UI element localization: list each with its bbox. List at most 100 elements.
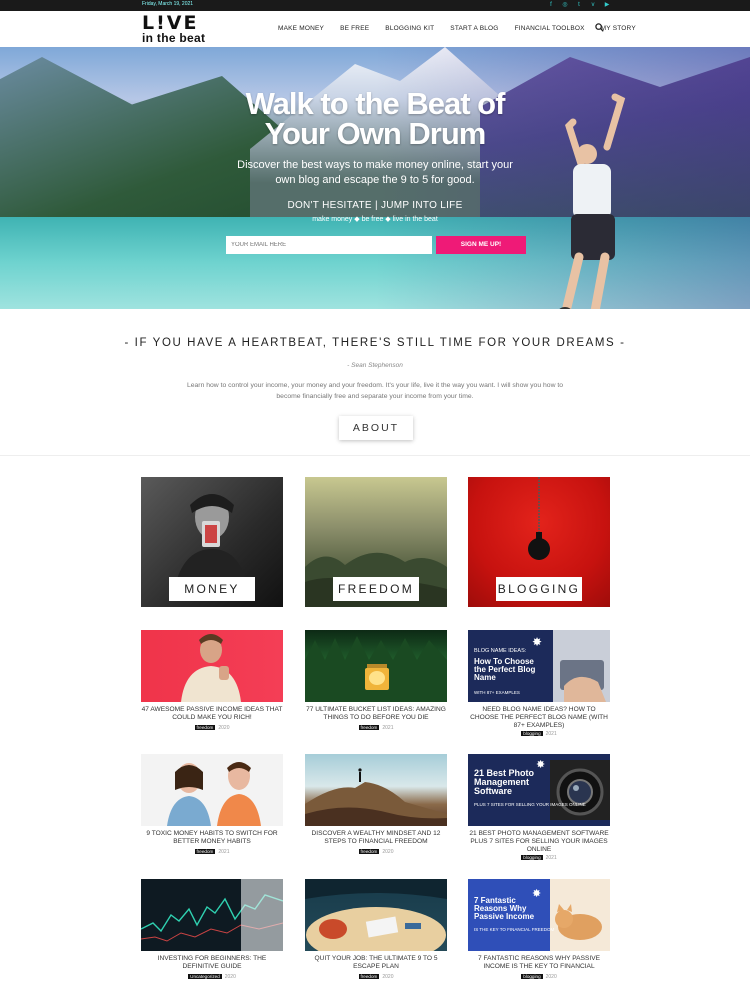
post-tag[interactable]: blogging — [521, 855, 543, 860]
post-tag[interactable]: freedom — [358, 849, 380, 854]
post-title[interactable]: 77 ULTIMATE BUCKET LIST IDEAS: AMAZING T… — [305, 706, 447, 722]
post-year: 2020 — [382, 974, 394, 980]
hanging-bulb-image — [528, 477, 550, 560]
main-nav: MAKE MONEY BE FREE BLOGGING KIT START A … — [278, 25, 636, 32]
post-meta: freedom 2020 — [305, 849, 447, 855]
category-freedom[interactable]: FREEDOM — [305, 477, 447, 607]
stock-chart-image — [141, 879, 283, 951]
category-blogging-label: BLOGGING — [496, 577, 582, 601]
post-thumbnail[interactable] — [141, 630, 283, 702]
post-tag[interactable]: freedom — [358, 974, 380, 979]
site-logo[interactable]: L!VE in the beat — [142, 14, 210, 46]
hero-banner: Walk to the Beat of Your Own Drum Discov… — [0, 47, 750, 309]
blog-name-graphic: BLOG NAME IDEAS: How To Choose the Perfe… — [474, 630, 610, 702]
thumb-footer: IS THE KEY TO FINANCIAL FREEDOM — [474, 927, 555, 932]
hero-tagline-small: make money ◆ be free ◆ live in the beat — [312, 216, 438, 223]
sign-me-up-button[interactable]: SIGN ME UP! — [436, 236, 526, 254]
category-money-label: MONEY — [169, 577, 255, 601]
man-portrait-image — [176, 494, 246, 582]
post-meta: freedom 2021 — [305, 725, 447, 731]
post-thumbnail[interactable]: BLOG NAME IDEAS: How To Choose the Perfe… — [468, 630, 610, 702]
site-header: L!VE in the beat MAKE MONEY BE FREE BLOG… — [0, 11, 750, 47]
post-title[interactable]: DISCOVER A WEALTHY MINDSET AND 12 STEPS … — [305, 830, 447, 846]
post-thumbnail[interactable]: 21 Best Photo Management Software PLUS 7… — [468, 754, 610, 826]
current-date: Friday, March 19, 2021 — [142, 1, 194, 7]
thumb-footer: PLUS 7 SITES FOR SELLING YOUR IMAGES ONL… — [474, 802, 586, 807]
nav-be-free[interactable]: BE FREE — [340, 25, 369, 32]
post-tag[interactable]: blogging — [521, 974, 543, 979]
about-button[interactable]: ABOUT — [339, 416, 413, 440]
post-tag[interactable]: freedom — [194, 725, 216, 730]
thumb-kicker: BLOG NAME IDEAS: — [474, 648, 527, 654]
thumb-footer: WITH 87+ EXAMPLES — [474, 690, 520, 695]
thumb-headline: How To Choose the Perfect Blog Name — [474, 657, 538, 682]
jumping-man-illustration — [559, 93, 626, 309]
nav-start-a-blog[interactable]: START A BLOG — [450, 25, 498, 32]
search-icon[interactable] — [595, 23, 604, 32]
quote-author: - Sean Stephenson — [347, 362, 403, 369]
logo-bottom: in the beat — [142, 31, 206, 45]
category-blogging[interactable]: BLOGGING — [468, 477, 610, 607]
instagram-icon[interactable]: ◎ — [562, 2, 568, 8]
post-meta: freedom 2021 — [141, 849, 283, 855]
section-divider — [0, 455, 750, 456]
facebook-icon[interactable]: f — [548, 2, 554, 8]
youtube-icon[interactable]: ▶ — [604, 2, 610, 8]
category-money[interactable]: MONEY — [141, 477, 283, 607]
post-year: 2020 — [224, 974, 236, 980]
post-meta: blogging 2021 — [468, 855, 610, 861]
post-thumbnail[interactable] — [141, 879, 283, 951]
category-freedom-label: FREEDOM — [333, 577, 419, 601]
post-thumbnail[interactable] — [305, 879, 447, 951]
post-year: 2020 — [545, 974, 557, 980]
post-meta: blogging 2020 — [468, 974, 610, 980]
hero-title: Walk to the Beat of Your Own Drum — [245, 86, 506, 151]
lantern-grass-image — [305, 636, 447, 702]
top-bar: Friday, March 19, 2021 f ◎ t v ▶ — [0, 0, 750, 11]
post-year: 2021 — [218, 849, 230, 855]
hero-tagline: DON'T HESITATE | JUMP INTO LIFE — [287, 200, 463, 211]
post-year: 2021 — [545, 855, 557, 861]
post-tag[interactable]: blogging — [521, 731, 543, 736]
social-links: f ◎ t v ▶ — [548, 2, 610, 8]
nav-financial-toolbox[interactable]: FINANCIAL TOOLBOX — [515, 25, 585, 32]
post-title[interactable]: 47 AWESOME PASSIVE INCOME IDEAS THAT COU… — [141, 706, 283, 722]
nav-make-money[interactable]: MAKE MONEY — [278, 25, 324, 32]
post-year: 2021 — [382, 725, 394, 731]
post-title[interactable]: 21 BEST PHOTO MANAGEMENT SOFTWARE PLUS 7… — [468, 830, 610, 854]
post-meta: blogging 2021 — [468, 731, 610, 737]
hero-subtitle: Discover the best ways to make money onl… — [237, 159, 513, 186]
camera-graphic: 21 Best Photo Management Software PLUS 7… — [474, 759, 610, 820]
post-tag[interactable]: freedom — [194, 849, 216, 854]
post-meta: freedom 2020 — [141, 725, 283, 731]
post-title[interactable]: INVESTING FOR BEGINNERS: THE DEFINITIVE … — [141, 955, 283, 971]
post-title[interactable]: 9 TOXIC MONEY HABITS TO SWITCH FOR BETTE… — [141, 830, 283, 846]
post-title[interactable]: 7 FANTASTIC REASONS WHY PASSIVE INCOME I… — [468, 955, 610, 971]
post-thumbnail[interactable]: 7 Fantastic Reasons Why Passive Income I… — [468, 879, 610, 951]
vimeo-icon[interactable]: v — [590, 2, 596, 8]
post-year: 2021 — [545, 731, 557, 737]
intro-text: Learn how to control your income, your m… — [186, 382, 564, 400]
sparkle-icon: ✸ — [536, 759, 545, 771]
email-input[interactable] — [226, 236, 432, 254]
thumb-headline: 21 Best Photo Management Software — [474, 768, 537, 796]
post-thumbnail[interactable] — [305, 630, 447, 702]
kitten-graphic: 7 Fantastic Reasons Why Passive Income I… — [474, 879, 610, 951]
post-title[interactable]: QUIT YOUR JOB: THE ULTIMATE 9 TO 5 ESCAP… — [305, 955, 447, 971]
nav-blogging-kit[interactable]: BLOGGING KIT — [385, 25, 434, 32]
quote-text: - IF YOU HAVE A HEARTBEAT, THERE'S STILL… — [124, 337, 626, 349]
sparkle-icon: ✸ — [532, 635, 542, 649]
post-thumbnail[interactable] — [305, 754, 447, 826]
thumb-headline-line: Passive Income — [474, 912, 535, 921]
twitter-icon[interactable]: t — [576, 2, 582, 8]
post-title[interactable]: NEED BLOG NAME IDEAS? HOW TO CHOOSE THE … — [468, 706, 610, 730]
post-thumbnail[interactable] — [141, 754, 283, 826]
logo-top: L!VE — [142, 12, 199, 34]
couple-image — [167, 762, 261, 826]
post-tag[interactable]: Uncategorized — [188, 974, 222, 979]
nav-my-story[interactable]: MY STORY — [601, 25, 636, 32]
post-year: 2020 — [382, 849, 394, 855]
thumb-headline: 7 Fantastic Reasons Why Passive Income — [474, 896, 535, 921]
post-tag[interactable]: freedom — [358, 725, 380, 730]
thumb-headline-line: Software — [474, 786, 512, 796]
